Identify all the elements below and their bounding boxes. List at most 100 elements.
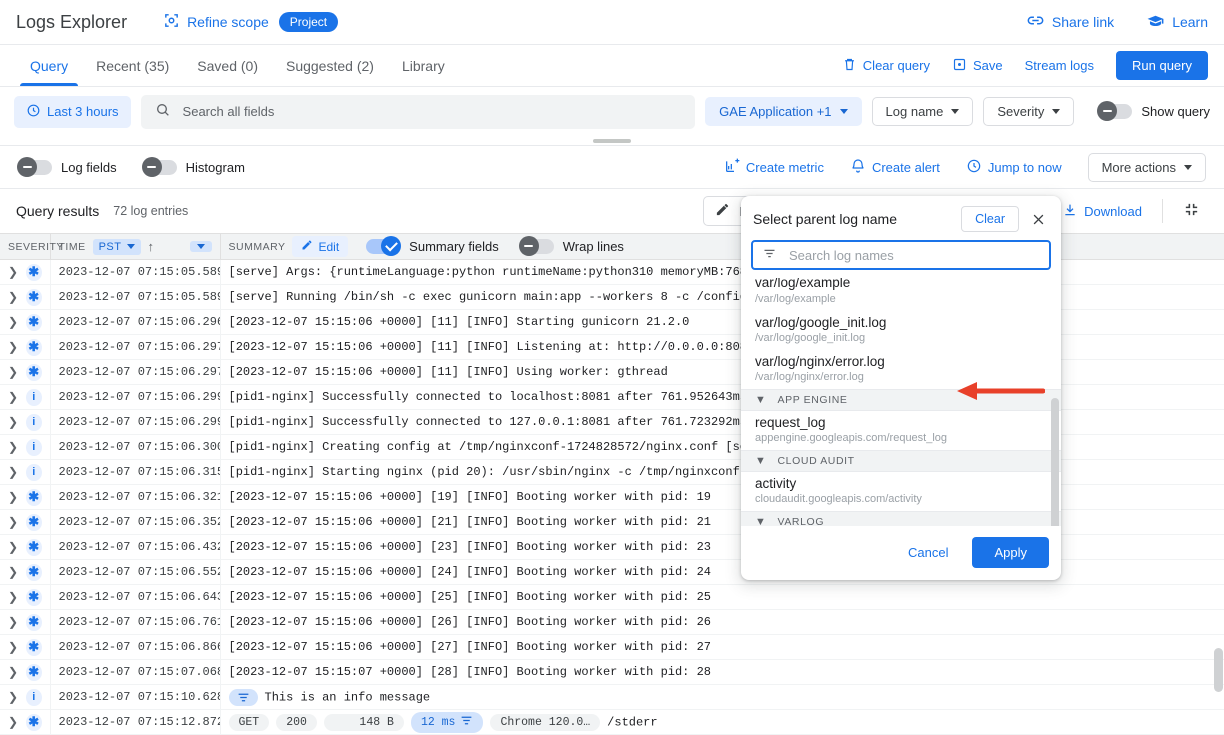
edit-summary-fields-button[interactable]: Edit: [292, 236, 349, 257]
timezone-selector[interactable]: PST: [92, 238, 141, 255]
wrap-lines-toggle[interactable]: [518, 236, 554, 256]
expand-row-icon[interactable]: ❯: [8, 465, 18, 479]
column-header-time[interactable]: TIME PST ↑: [50, 233, 221, 260]
run-query-button[interactable]: Run query: [1116, 51, 1208, 80]
expand-row-icon[interactable]: ❯: [8, 540, 18, 554]
list-item-nginx-error-log[interactable]: var/log/nginx/error.log /var/log/nginx/e…: [741, 350, 1061, 389]
expand-row-icon[interactable]: ❯: [8, 665, 18, 679]
cell-time: 2023-12-07 07:15:06.352: [50, 509, 221, 535]
severity-filter-button[interactable]: Severity: [983, 97, 1075, 126]
bar-chart-icon: [724, 158, 740, 177]
expand-row-icon[interactable]: ❯: [8, 490, 18, 504]
vertical-scrollbar[interactable]: [1214, 648, 1223, 692]
cell-summary: This is an info message: [220, 684, 1224, 710]
save-button[interactable]: Save: [952, 57, 1003, 75]
group-header-varlog[interactable]: ▼ VARLOG: [741, 511, 1061, 526]
table-row[interactable]: ❯ ✱ 2023-12-07 07:15:06.643 [2023-12-07 15:…: [0, 584, 1224, 610]
search-all-fields-input[interactable]: Search all fields: [140, 94, 696, 129]
learn-button[interactable]: Learn: [1146, 11, 1208, 33]
expand-row-icon[interactable]: ❯: [8, 590, 18, 604]
download-button[interactable]: Download: [1062, 202, 1142, 221]
drag-handle[interactable]: [593, 138, 631, 143]
tab-library[interactable]: Library: [388, 45, 459, 86]
tab-query[interactable]: Query: [16, 45, 82, 86]
table-row[interactable]: ❯ i 2023-12-07 07:15:10.628 This is an info…: [0, 684, 1224, 710]
tab-library-label: Library: [401, 57, 445, 74]
filter-icon: [762, 246, 777, 264]
graduation-cap-icon: [1146, 11, 1165, 33]
search-log-names-input[interactable]: [787, 246, 1040, 264]
resource-filter-button[interactable]: GAE Application +1: [705, 97, 862, 126]
expand-row-icon[interactable]: ❯: [8, 640, 18, 654]
expand-row-icon[interactable]: ❯: [8, 440, 18, 454]
popup-scrollbar[interactable]: [1051, 398, 1059, 526]
log-fields-toggle[interactable]: [17, 156, 52, 177]
tab-recent[interactable]: Recent (35): [82, 45, 183, 86]
jump-to-now-button[interactable]: Jump to now: [966, 158, 1062, 177]
cell-severity: ❯ ✱: [0, 284, 51, 310]
list-item-activity[interactable]: activity cloudaudit.googleapis.com/activ…: [741, 472, 1061, 511]
expand-row-icon[interactable]: ❯: [8, 315, 18, 329]
chevron-down-icon: [1184, 164, 1192, 170]
expand-row-icon[interactable]: ❯: [8, 415, 18, 429]
create-alert-button[interactable]: Create alert: [850, 158, 940, 177]
list-item-google-init-log[interactable]: var/log/google_init.log /var/log/google_…: [741, 311, 1061, 350]
histogram-toggle[interactable]: [141, 156, 177, 177]
tab-saved[interactable]: Saved (0): [183, 45, 272, 86]
expand-row-icon[interactable]: ❯: [8, 565, 18, 579]
table-row[interactable]: ❯ ✱ 2023-12-07 07:15:12.872 GET 200 148 B 12 m…: [0, 709, 1224, 735]
table-row[interactable]: ❯ ✱ 2023-12-07 07:15:06.761 [2023-12-07 15:…: [0, 609, 1224, 635]
table-row[interactable]: ❯ ✱ 2023-12-07 07:15:06.866 [2023-12-07 15:…: [0, 634, 1224, 660]
apply-button[interactable]: Apply: [972, 537, 1049, 568]
expand-row-icon[interactable]: ❯: [8, 340, 18, 354]
expand-row-icon[interactable]: ❯: [8, 715, 18, 729]
time-column-menu-button[interactable]: [189, 241, 212, 252]
expand-fields-icon[interactable]: [228, 688, 258, 706]
group-header-cloud-audit[interactable]: ▼ CLOUD AUDIT: [741, 450, 1061, 472]
response-size-chip[interactable]: 148 B: [323, 713, 404, 731]
log-name-filter-button[interactable]: Log name: [871, 97, 974, 126]
scope-chip[interactable]: Project: [278, 12, 339, 32]
http-status-chip[interactable]: 200: [276, 713, 317, 731]
collapse-button[interactable]: [1175, 197, 1208, 225]
group-header-app-engine[interactable]: ▼ APP ENGINE: [741, 389, 1061, 411]
expand-row-icon[interactable]: ❯: [8, 290, 18, 304]
cell-summary: [pid1-nginx] Successfully connected to l…: [220, 384, 1224, 410]
clear-query-button[interactable]: Clear query: [842, 57, 930, 75]
time-range-selector[interactable]: Last 3 hours: [14, 95, 131, 128]
table-row[interactable]: ❯ ✱ 2023-12-07 07:15:07.068 [2023-12-07 15:…: [0, 659, 1224, 685]
column-header-severity[interactable]: SEVERITY: [0, 233, 63, 260]
user-agent-chip[interactable]: Chrome 120.0…: [490, 713, 601, 731]
close-icon[interactable]: [1027, 208, 1049, 230]
latency-chip[interactable]: 12 ms: [410, 711, 484, 733]
cell-summary: [2023-12-07 15:15:06 +0000] [26] [INFO] …: [220, 609, 1224, 635]
popup-search-box[interactable]: [751, 240, 1051, 270]
list-item-clipped[interactable]: var/log/example: [741, 278, 1061, 292]
expand-row-icon[interactable]: ❯: [8, 690, 18, 704]
sort-ascending-icon[interactable]: ↑: [148, 239, 155, 254]
share-link-button[interactable]: Share link: [1026, 11, 1114, 33]
refine-scope-button[interactable]: Refine scope: [163, 12, 269, 32]
column-header-time-label: TIME: [58, 240, 86, 253]
expand-row-icon[interactable]: ❯: [8, 515, 18, 529]
cell-time: 2023-12-07 07:15:06.761: [50, 609, 221, 635]
summary-fields-toggle[interactable]: [366, 236, 402, 256]
create-metric-button[interactable]: Create metric: [724, 158, 824, 177]
log-name-options-list[interactable]: var/log/example /var/log/example var/log…: [741, 278, 1061, 526]
cell-severity: ❯ ✱: [0, 334, 51, 360]
expand-row-icon[interactable]: ❯: [8, 390, 18, 404]
tab-suggested[interactable]: Suggested (2): [272, 45, 388, 86]
show-query-toggle[interactable]: [1097, 101, 1133, 121]
expand-row-icon[interactable]: ❯: [8, 265, 18, 279]
expand-row-icon[interactable]: ❯: [8, 365, 18, 379]
more-actions-button[interactable]: More actions: [1087, 152, 1206, 182]
list-item-clipped-path[interactable]: /var/log/example: [741, 292, 1061, 311]
cancel-button[interactable]: Cancel: [894, 537, 962, 568]
popup-clear-button[interactable]: Clear: [961, 206, 1019, 232]
stream-logs-button[interactable]: Stream logs: [1025, 58, 1094, 73]
cell-time: 2023-12-07 07:15:07.068: [50, 659, 221, 685]
cell-time: 2023-12-07 07:15:06.300: [50, 434, 221, 460]
expand-row-icon[interactable]: ❯: [8, 615, 18, 629]
list-item-request-log[interactable]: request_log appengine.googleapis.com/req…: [741, 411, 1061, 450]
http-method-chip[interactable]: GET: [228, 713, 270, 731]
